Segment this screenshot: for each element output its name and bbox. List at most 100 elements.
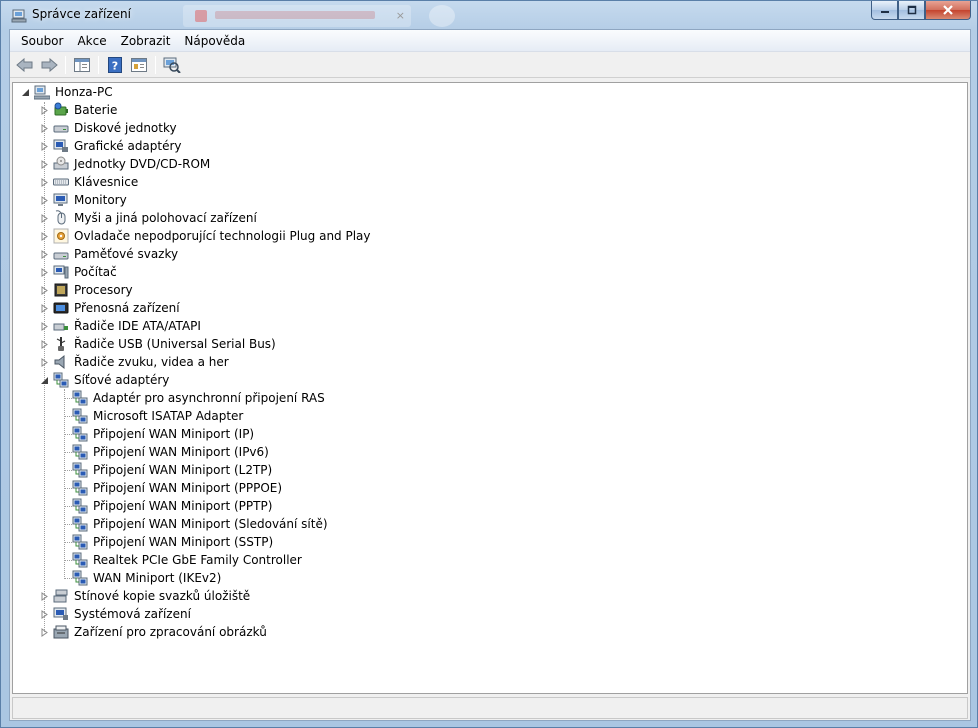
- tree-category[interactable]: Řadiče USB (Universal Serial Bus): [40, 335, 278, 353]
- system-device-icon: [53, 606, 69, 622]
- tree-category-label: Systémová zařízení: [74, 607, 191, 621]
- shadow-copy-icon: [53, 588, 69, 604]
- tree-category[interactable]: Řadiče IDE ATA/ATAPI: [40, 317, 203, 335]
- tree-category-label: Paměťové svazky: [74, 247, 179, 261]
- tree-category-label: Počítač: [74, 265, 117, 279]
- expand-arrow-icon[interactable]: [40, 249, 49, 259]
- tree-device[interactable]: Připojení WAN Miniport (L2TP): [72, 461, 274, 479]
- console-tree-icon: [74, 57, 90, 72]
- tree-category-label: Klávesnice: [74, 175, 139, 189]
- tree-category[interactable]: Myši a jiná polohovací zařízení: [40, 209, 259, 227]
- status-bar: [12, 697, 968, 719]
- expand-arrow-icon[interactable]: [40, 321, 49, 331]
- tree-category[interactable]: Paměťové svazky: [40, 245, 180, 263]
- expand-arrow-icon[interactable]: [40, 141, 49, 151]
- tree-category[interactable]: Systémová zařízení: [40, 605, 193, 623]
- device-tree[interactable]: Honza-PC Baterie Diskové jednotky Grafické…: [12, 82, 968, 694]
- tree-device-label: Microsoft ISATAP Adapter: [93, 409, 244, 423]
- svg-text:?: ?: [112, 59, 118, 72]
- help-icon: ?: [108, 56, 122, 73]
- expand-arrow-icon[interactable]: [40, 591, 49, 601]
- window-title: Správce zařízení: [32, 7, 131, 21]
- network-adapter-icon: [53, 372, 69, 388]
- caption-buttons: [871, 1, 971, 21]
- back-button[interactable]: [14, 54, 36, 76]
- menu-bar: Soubor Akce Zobrazit Nápověda: [10, 30, 970, 52]
- tree-category-label: Řadiče USB (Universal Serial Bus): [74, 337, 276, 351]
- forward-icon: [41, 57, 58, 72]
- tree-category[interactable]: Ovladače nepodporující technologii Plug …: [40, 227, 373, 245]
- expand-arrow-icon[interactable]: [40, 303, 49, 313]
- expand-arrow-icon[interactable]: [40, 159, 49, 169]
- non-pnp-driver-icon: [53, 228, 69, 244]
- tree-category[interactable]: Procesory: [40, 281, 135, 299]
- expand-arrow-icon[interactable]: [40, 195, 49, 205]
- tree-category[interactable]: Jednotky DVD/CD-ROM: [40, 155, 212, 173]
- tree-device[interactable]: Připojení WAN Miniport (PPPOE): [72, 479, 284, 497]
- tree-category[interactable]: Přenosná zařízení: [40, 299, 182, 317]
- tree-category-label: Grafické adaptéry: [74, 139, 182, 153]
- expand-arrow-icon[interactable]: [40, 123, 49, 133]
- toolbar-separator: [155, 55, 156, 74]
- expand-arrow-icon[interactable]: [40, 339, 49, 349]
- expand-arrow-icon[interactable]: [40, 609, 49, 619]
- tree-device[interactable]: Adaptér pro asynchronní připojení RAS: [72, 389, 327, 407]
- tree-device[interactable]: Připojení WAN Miniport (IP): [72, 425, 256, 443]
- tree-category-label: Řadiče zvuku, videa a her: [74, 355, 229, 369]
- tree-category[interactable]: Grafické adaptéry: [40, 137, 184, 155]
- storage-volume-icon: [53, 246, 69, 262]
- tree-device[interactable]: Realtek PCIe GbE Family Controller: [72, 551, 304, 569]
- menu-view[interactable]: Zobrazit: [114, 30, 178, 51]
- expand-arrow-icon[interactable]: [40, 231, 49, 241]
- processor-icon: [53, 282, 69, 298]
- expand-arrow-icon[interactable]: [40, 267, 49, 277]
- title-bar[interactable]: Správce zařízení ×: [1, 1, 977, 29]
- collapse-arrow-icon[interactable]: [40, 376, 49, 385]
- computer-icon: [34, 84, 50, 100]
- properties-button[interactable]: [128, 54, 150, 76]
- tree-device-label: Připojení WAN Miniport (SSTP): [93, 535, 274, 549]
- tree-category[interactable]: Řadiče zvuku, videa a her: [40, 353, 231, 371]
- tree-root[interactable]: Honza-PC: [21, 83, 115, 101]
- expand-arrow-icon[interactable]: [40, 627, 49, 637]
- tree-category-label: Zařízení pro zpracování obrázků: [74, 625, 267, 639]
- tree-device[interactable]: Microsoft ISATAP Adapter: [72, 407, 245, 425]
- tree-category[interactable]: Diskové jednotky: [40, 119, 179, 137]
- tree-category[interactable]: Síťové adaptéry: [40, 371, 171, 389]
- tree-device[interactable]: Připojení WAN Miniport (PPTP): [72, 497, 274, 515]
- help-button[interactable]: ?: [104, 54, 126, 76]
- scan-hardware-button[interactable]: [161, 54, 183, 76]
- tree-device-label: WAN Miniport (IKEv2): [93, 571, 222, 585]
- minimize-button[interactable]: [871, 1, 898, 20]
- tree-device[interactable]: WAN Miniport (IKEv2): [72, 569, 223, 587]
- tree-connector: [64, 452, 72, 453]
- menu-file[interactable]: Soubor: [14, 30, 70, 51]
- ide-controller-icon: [53, 318, 69, 334]
- menu-help[interactable]: Nápověda: [177, 30, 252, 51]
- tree-category[interactable]: Stínové kopie svazků úložiště: [40, 587, 252, 605]
- keyboard-icon: [53, 174, 69, 190]
- battery-icon: [53, 102, 69, 118]
- tree-category[interactable]: Baterie: [40, 101, 119, 119]
- tree-category[interactable]: Zařízení pro zpracování obrázků: [40, 623, 269, 641]
- expand-arrow-icon[interactable]: [40, 177, 49, 187]
- tree-device[interactable]: Připojení WAN Miniport (Sledování sítě): [72, 515, 330, 533]
- network-adapter-icon: [72, 462, 88, 478]
- expand-arrow-icon[interactable]: [40, 213, 49, 223]
- menu-action[interactable]: Akce: [70, 30, 113, 51]
- collapse-arrow-icon[interactable]: [21, 88, 30, 97]
- expand-arrow-icon[interactable]: [40, 105, 49, 115]
- maximize-button[interactable]: [898, 1, 925, 20]
- tree-category[interactable]: Klávesnice: [40, 173, 140, 191]
- tree-category[interactable]: Počítač: [40, 263, 119, 281]
- tree-connector: [64, 470, 72, 471]
- expand-arrow-icon[interactable]: [40, 285, 49, 295]
- close-button[interactable]: [925, 1, 971, 20]
- tree-device[interactable]: Připojení WAN Miniport (IPv6): [72, 443, 271, 461]
- tree-category[interactable]: Monitory: [40, 191, 129, 209]
- tree-device[interactable]: Připojení WAN Miniport (SSTP): [72, 533, 275, 551]
- forward-button[interactable]: [38, 54, 60, 76]
- tree-device-label: Realtek PCIe GbE Family Controller: [93, 553, 302, 567]
- show-hide-console-tree-button[interactable]: [71, 54, 93, 76]
- expand-arrow-icon[interactable]: [40, 357, 49, 367]
